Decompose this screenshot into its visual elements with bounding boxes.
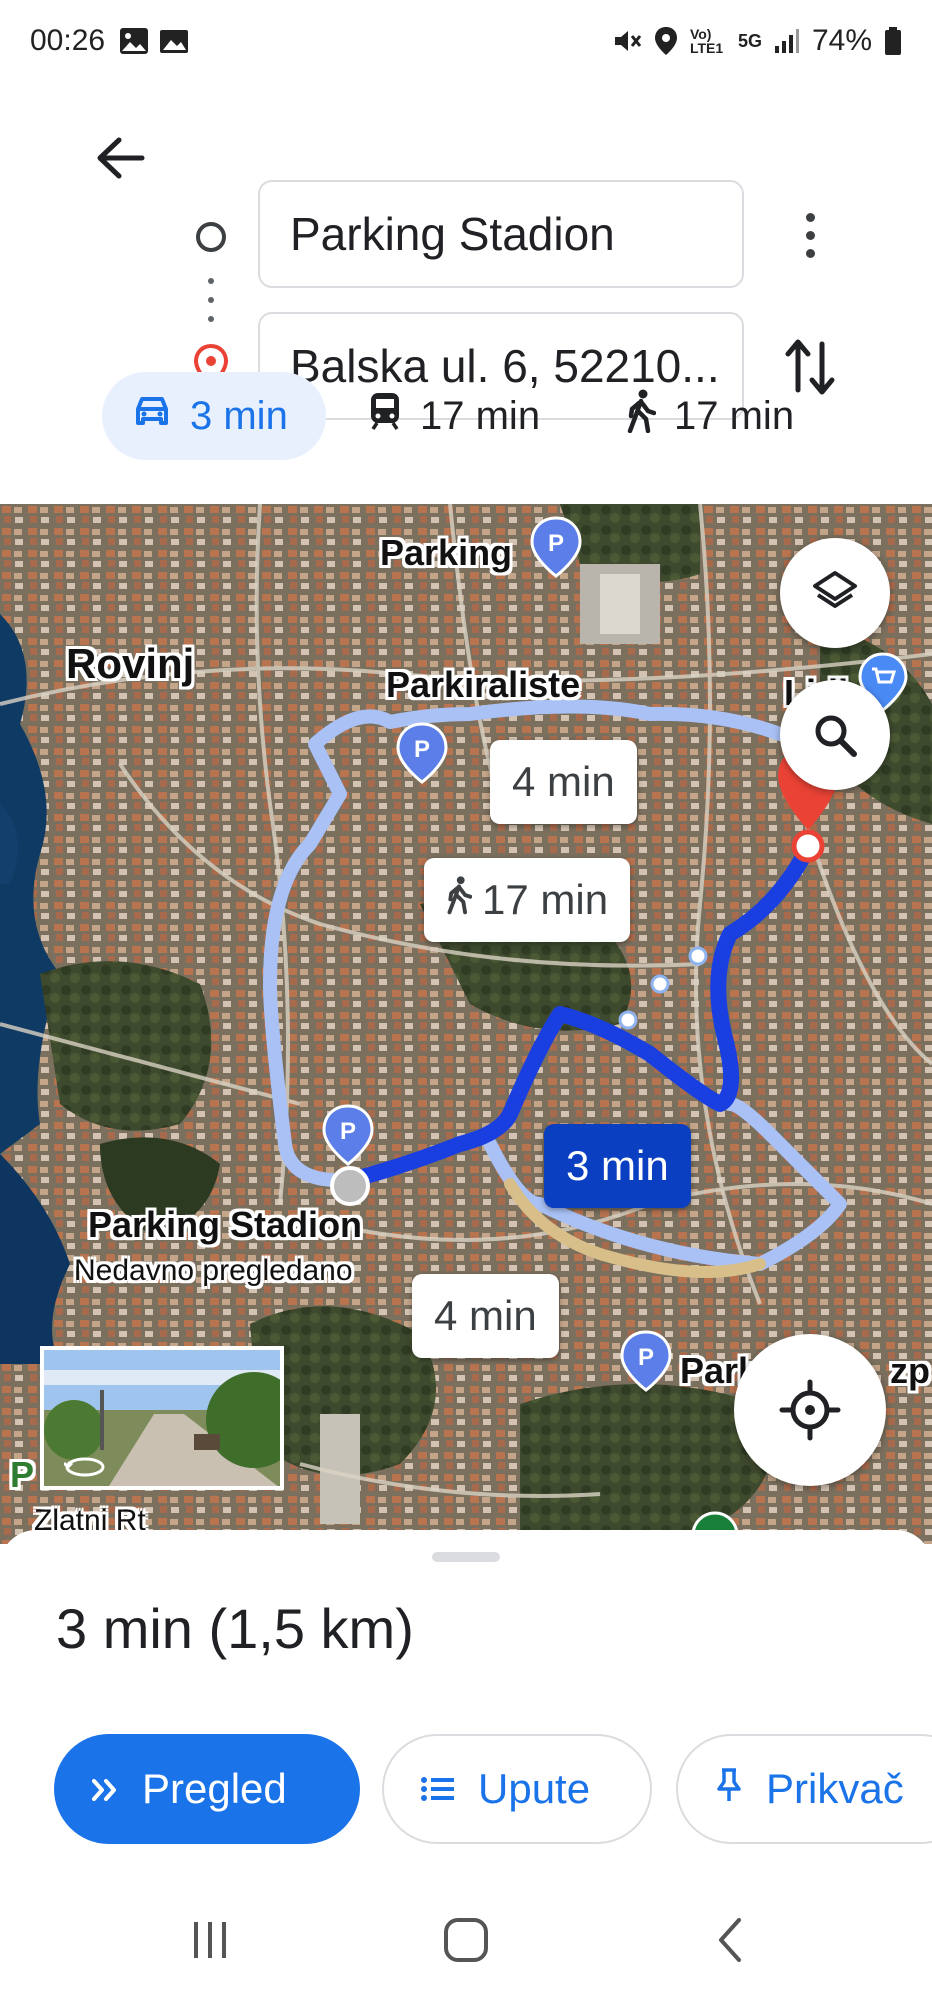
mute-icon <box>612 26 642 56</box>
overview-button[interactable]: Pregled <box>54 1734 360 1844</box>
mode-tab-transit[interactable]: 17 min <box>338 372 570 460</box>
mode-driving-time: 3 min <box>190 393 288 438</box>
home-icon[interactable] <box>436 1910 496 1970</box>
double-chevron-icon <box>90 1765 120 1813</box>
route-dots <box>208 278 214 322</box>
status-bar: 00:26 Vo) LTE1 5G 74% <box>0 0 932 82</box>
my-location-icon <box>779 1379 841 1441</box>
network-indicator: 5G <box>737 30 762 51</box>
route-bubble-alt-top[interactable]: 4 min <box>490 740 637 824</box>
bubble-walk-time: 17 min <box>482 876 609 923</box>
map-label-p-left: P <box>10 1454 35 1495</box>
layers-icon <box>813 571 857 608</box>
street-view-thumbnail[interactable] <box>40 1346 284 1490</box>
back-arrow-icon[interactable] <box>90 128 150 188</box>
system-nav-bar <box>0 1880 932 2000</box>
layers-button[interactable] <box>780 538 890 648</box>
overview-label: Pregled <box>142 1765 287 1812</box>
location-icon <box>654 26 678 56</box>
more-options-icon[interactable] <box>790 200 830 270</box>
sheet-actions: Pregled Upute Prikvač <box>0 1734 932 1846</box>
directions-label: Upute <box>478 1765 591 1812</box>
svg-text:P: P <box>548 530 564 557</box>
mode-transit-time: 17 min <box>420 393 541 438</box>
svg-text:P: P <box>414 736 430 763</box>
pin-label: Prikvač <box>766 1765 904 1812</box>
travel-modes: 3 min 17 min 17 min <box>0 372 932 462</box>
battery-percent: 74% <box>811 24 872 57</box>
map-label-parking: Parking <box>380 532 513 573</box>
volte-indicator: Vo) LTE1 <box>689 26 724 56</box>
photo-frame-icon <box>159 27 189 55</box>
parking-pin-icon[interactable]: P <box>396 722 448 784</box>
sheet-drag-handle[interactable] <box>432 1552 500 1562</box>
status-time: 00:26 <box>30 24 106 57</box>
back-icon[interactable] <box>700 1910 760 1970</box>
parking-pin-icon[interactable]: P <box>530 516 582 578</box>
route-summary: 3 min (1,5 km) <box>56 1597 414 1660</box>
route-bubble-walk[interactable]: 17 min <box>424 858 631 942</box>
signal-icon <box>774 28 800 54</box>
bubble-alt-top-time: 4 min <box>512 758 615 805</box>
search-icon <box>815 715 857 757</box>
svg-text:P: P <box>340 1118 356 1145</box>
street-view-360-icon <box>62 1454 106 1485</box>
gallery-icon <box>119 27 149 55</box>
route-bubble-selected[interactable]: 3 min <box>544 1124 691 1208</box>
list-icon <box>420 1765 456 1813</box>
map-label-park-right-tail: zp <box>890 1350 930 1391</box>
search-along-route-button[interactable] <box>780 680 890 790</box>
route-bubble-alt-bottom[interactable]: 4 min <box>412 1274 559 1358</box>
mode-tab-walking[interactable]: 17 min <box>596 372 824 460</box>
map-label-rovinj: Rovinj <box>66 640 195 687</box>
recents-icon[interactable] <box>180 1910 240 1970</box>
origin-field[interactable]: Parking Stadion <box>258 180 744 288</box>
origin-circle-icon <box>196 222 226 252</box>
map-label-parking-stadion: Parking Stadion <box>88 1204 363 1245</box>
parking-pin-icon[interactable]: P <box>322 1104 374 1166</box>
train-icon <box>368 391 402 441</box>
car-icon <box>132 394 172 439</box>
walk-icon <box>446 875 473 925</box>
svg-text:P: P <box>638 1344 654 1371</box>
mode-walking-time: 17 min <box>674 393 795 438</box>
map-label-parkiraliste: Parkiraliste <box>386 664 581 705</box>
my-location-button[interactable] <box>734 1334 886 1486</box>
map-view[interactable]: P P P P Parking Rovinj Parkiraliste Lidl… <box>0 504 932 1544</box>
pin-icon <box>714 1765 744 1813</box>
bubble-selected-time: 3 min <box>566 1142 669 1189</box>
pin-button[interactable]: Prikvač <box>676 1734 932 1844</box>
directions-button[interactable]: Upute <box>382 1734 652 1844</box>
walk-icon <box>626 389 657 443</box>
route-header: Parking Stadion Balska ul. 6, 52210... <box>0 82 932 420</box>
bubble-alt-bottom-time: 4 min <box>434 1292 537 1339</box>
map-label-recently-viewed: Nedavno pregledano <box>74 1254 353 1287</box>
battery-icon <box>884 26 902 56</box>
parking-pin-icon[interactable]: P <box>620 1330 672 1392</box>
mode-tab-driving[interactable]: 3 min <box>102 372 326 460</box>
